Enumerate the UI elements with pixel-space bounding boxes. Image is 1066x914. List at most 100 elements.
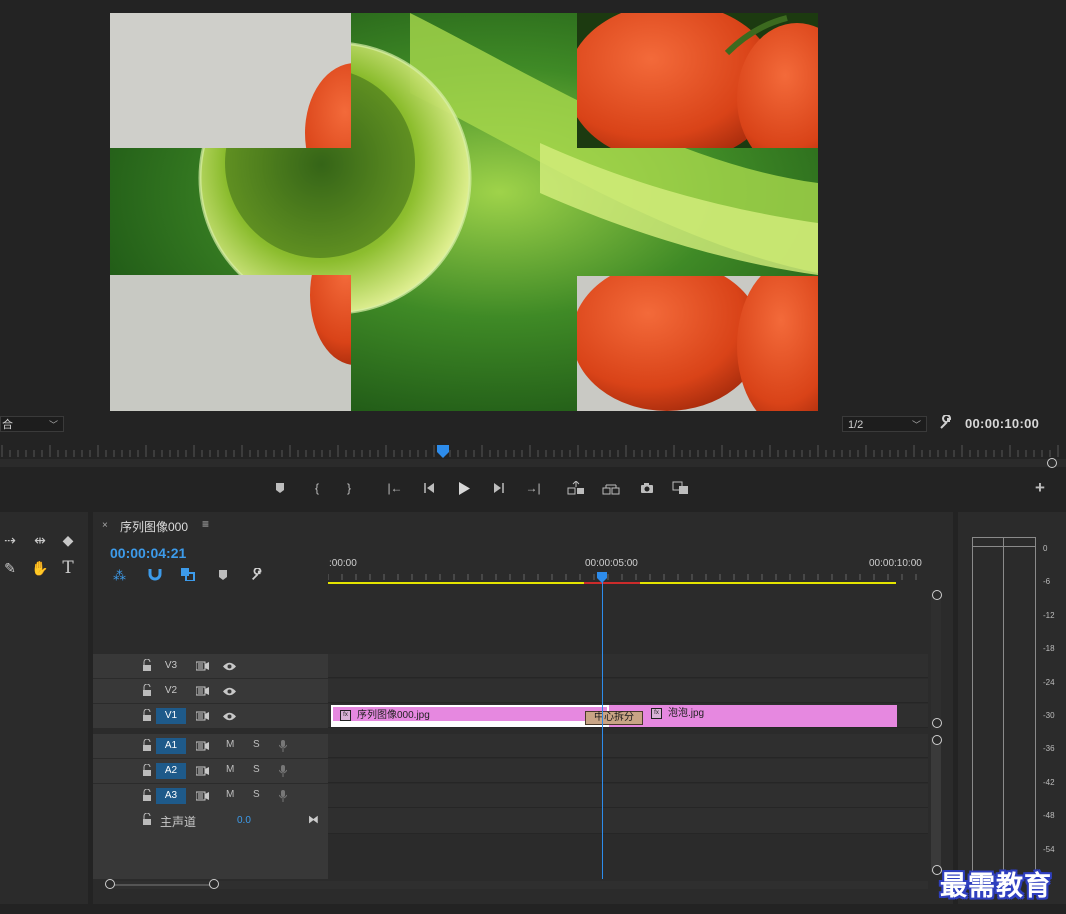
- lock-icon[interactable]: [142, 659, 152, 671]
- horizontal-scroll-left-handle[interactable]: [105, 879, 115, 889]
- lock-icon[interactable]: [142, 789, 152, 801]
- pen-tool-icon[interactable]: ✎: [0, 558, 20, 578]
- extract-button[interactable]: [602, 480, 620, 496]
- meter-clip-indicators[interactable]: [972, 537, 1036, 547]
- timeline-settings-wrench-icon[interactable]: [250, 567, 264, 585]
- step-forward-button[interactable]: [490, 480, 508, 496]
- clip-sequence-image[interactable]: fx 序列图像000.jpg: [331, 705, 609, 727]
- play-button[interactable]: [455, 480, 473, 496]
- lock-icon[interactable]: [142, 709, 152, 721]
- fit-dropdown[interactable]: 合 ﹀: [0, 416, 64, 432]
- timeline-ruler-ticks: [328, 572, 917, 584]
- horizontal-scroll-thumb[interactable]: [112, 884, 214, 886]
- timeline-ruler[interactable]: :00:00 00:00:05:00 00:00:10:00: [328, 552, 928, 590]
- meter-right-channel: [1004, 537, 1036, 877]
- track-output-camera-icon[interactable]: [195, 791, 209, 804]
- db-scale-label: -30: [1043, 711, 1055, 720]
- go-to-in-icon[interactable]: |←: [386, 480, 404, 496]
- fit-dropdown-value: 合: [2, 419, 13, 431]
- scrollbar-end-handle[interactable]: [1047, 458, 1057, 468]
- video-scroll-handle-bottom[interactable]: [932, 718, 942, 728]
- nest-sequence-icon[interactable]: ⁂: [113, 568, 126, 584]
- video-vertical-scrollbar[interactable]: [931, 590, 941, 730]
- mark-out-button[interactable]: }: [340, 480, 358, 496]
- audio-track-lane-a3[interactable]: [328, 784, 928, 808]
- add-marker-button[interactable]: [271, 480, 289, 496]
- sequence-tab[interactable]: 序列图像000: [120, 518, 188, 535]
- mute-button[interactable]: M: [226, 764, 234, 775]
- eye-visibility-icon[interactable]: [223, 662, 236, 674]
- video-scroll-handle-top[interactable]: [932, 590, 942, 600]
- lock-icon[interactable]: [142, 684, 152, 696]
- tools-panel: ⇢ ⇹ ◆ ✎ ✋ T: [0, 512, 88, 904]
- razor-tool-icon[interactable]: ◆: [58, 530, 78, 550]
- voice-over-record-icon[interactable]: [278, 790, 288, 805]
- audio-track-header-a2: A2 M S: [93, 759, 328, 783]
- mute-button[interactable]: M: [226, 789, 234, 800]
- resolution-dropdown-value: 1/2: [848, 419, 864, 431]
- master-volume-value[interactable]: 0.0: [237, 815, 251, 826]
- lock-icon[interactable]: [142, 739, 152, 751]
- solo-button[interactable]: S: [253, 739, 260, 750]
- track-output-camera-icon[interactable]: [195, 686, 209, 699]
- add-marker-icon[interactable]: [218, 569, 228, 584]
- video-track-lane-v3[interactable]: [328, 654, 928, 678]
- monitor-time-ruler[interactable]: [0, 445, 1066, 459]
- video-track-lane-v2[interactable]: [328, 679, 928, 703]
- close-tab-icon[interactable]: ×: [102, 520, 108, 531]
- resolution-dropdown[interactable]: 1/2 ﹀: [842, 416, 927, 432]
- audio-vertical-scrollbar[interactable]: [931, 737, 941, 872]
- clip2-name: 泡泡.jpg: [668, 708, 705, 719]
- go-to-out-icon[interactable]: →|: [524, 480, 542, 496]
- sequence-current-timecode[interactable]: 00:00:04:21: [110, 545, 186, 561]
- track-target-v3[interactable]: V3: [156, 658, 186, 674]
- track-target-v1[interactable]: V1: [156, 708, 186, 724]
- lift-button[interactable]: [567, 480, 585, 496]
- add-button-plus-icon[interactable]: +: [1031, 478, 1049, 497]
- clip-bubble-image[interactable]: fx 泡泡.jpg: [609, 705, 897, 727]
- step-back-button[interactable]: [420, 480, 438, 496]
- voice-over-record-icon[interactable]: [278, 765, 288, 780]
- lock-icon[interactable]: [142, 813, 152, 825]
- track-select-tool-icon[interactable]: ⇢: [0, 530, 20, 550]
- master-go-to-icon[interactable]: ⧓: [308, 813, 319, 826]
- db-scale-label: -24: [1043, 677, 1055, 687]
- solo-button[interactable]: S: [253, 764, 260, 775]
- comparison-view-icon[interactable]: [672, 480, 690, 496]
- eye-visibility-icon[interactable]: [223, 687, 236, 699]
- panel-menu-icon[interactable]: ≡: [202, 517, 209, 531]
- track-output-camera-icon[interactable]: [195, 711, 209, 724]
- linked-selection-icon[interactable]: [181, 568, 195, 584]
- ripple-edit-tool-icon[interactable]: ⇹: [30, 530, 50, 550]
- monitor-zoom-scrollbar[interactable]: [0, 459, 1066, 467]
- eye-visibility-icon[interactable]: [223, 712, 236, 724]
- track-target-a2[interactable]: A2: [156, 763, 186, 779]
- horizontal-scroll-right-handle[interactable]: [209, 879, 219, 889]
- audio-track-lane-a1[interactable]: [328, 734, 928, 758]
- transition-center-split[interactable]: 中心拆分: [585, 711, 643, 725]
- program-video-frame[interactable]: [110, 13, 818, 411]
- audio-scroll-handle-top[interactable]: [932, 735, 942, 745]
- type-tool-icon[interactable]: T: [58, 558, 78, 578]
- track-target-a3[interactable]: A3: [156, 788, 186, 804]
- track-output-camera-icon[interactable]: [195, 661, 209, 674]
- timeline-horizontal-scrollbar[interactable]: [108, 881, 928, 889]
- lock-icon[interactable]: [142, 764, 152, 776]
- snap-magnet-icon[interactable]: [148, 567, 162, 584]
- audio-track-lane-a2[interactable]: [328, 759, 928, 783]
- hand-tool-icon[interactable]: ✋: [30, 558, 50, 578]
- track-output-camera-icon[interactable]: [195, 741, 209, 754]
- track-output-camera-icon[interactable]: [195, 766, 209, 779]
- track-lane-bottom-area: [328, 834, 928, 879]
- db-scale-label: -6: [1043, 577, 1051, 587]
- camera-export-frame-icon[interactable]: [638, 480, 656, 496]
- track-target-v2[interactable]: V2: [156, 683, 186, 699]
- track-lane-empty-area: [328, 590, 928, 654]
- wrench-settings-icon[interactable]: [938, 414, 954, 431]
- mute-button[interactable]: M: [226, 739, 234, 750]
- monitor-playhead[interactable]: [437, 445, 449, 458]
- mark-in-button[interactable]: {: [308, 480, 326, 496]
- track-target-a1[interactable]: A1: [156, 738, 186, 754]
- voice-over-record-icon[interactable]: [278, 740, 288, 755]
- solo-button[interactable]: S: [253, 789, 260, 800]
